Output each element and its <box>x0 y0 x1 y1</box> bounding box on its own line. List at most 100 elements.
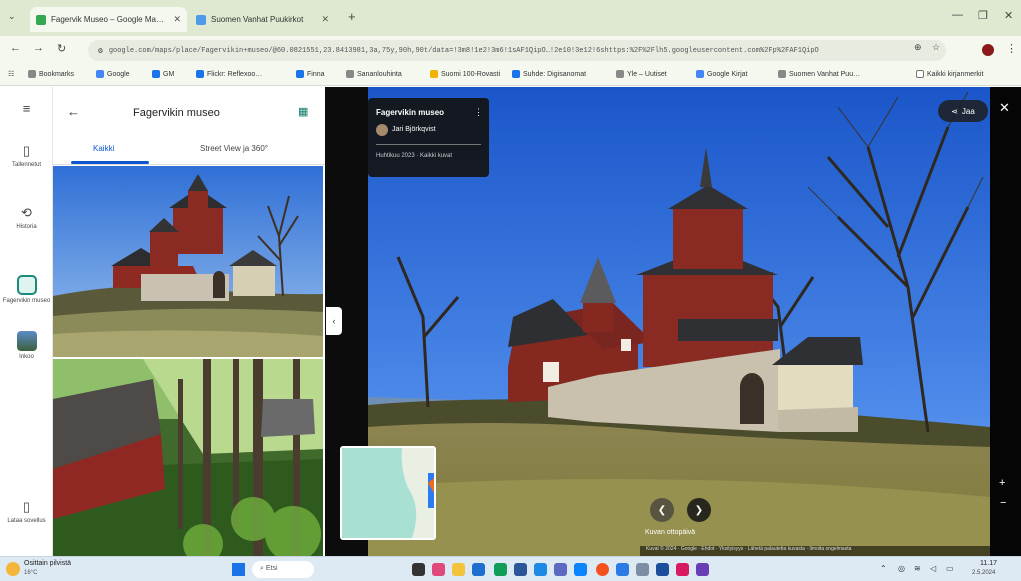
tab-street-view[interactable]: Street View ja 360° <box>200 144 268 153</box>
app-icon[interactable] <box>472 563 485 576</box>
rail-item-recent[interactable]: Inkoo <box>0 331 53 360</box>
app-icon[interactable] <box>636 563 649 576</box>
app-icon[interactable] <box>554 563 567 576</box>
back-arrow-icon[interactable]: ← <box>67 104 80 119</box>
browser-menu-icon[interactable]: ⋮ <box>1006 42 1017 55</box>
browser-tab-maps[interactable]: Fagervik Museo – Google Ma… ✕ <box>30 7 187 32</box>
share-icon: ⋖ <box>951 106 958 116</box>
app-icon[interactable] <box>656 563 669 576</box>
close-tab-icon[interactable]: ✕ <box>173 14 181 25</box>
bookmark-item[interactable]: Sananlouhinta <box>346 70 402 78</box>
tray-chevron-icon[interactable]: ⌃ <box>880 564 887 573</box>
maximize-icon[interactable]: ❐ <box>978 9 988 22</box>
app-icon[interactable] <box>616 563 629 576</box>
tab-all[interactable]: Kaikki <box>93 144 114 153</box>
clock-date[interactable]: 2.5.2024 <box>972 570 995 576</box>
menu-button[interactable]: ≡ <box>0 101 53 119</box>
bookmark-item[interactable]: Google Kirjat <box>696 70 747 78</box>
photo-thumbnail[interactable] <box>53 166 323 357</box>
panel-header: ← Fagervikin museo ▦ <box>53 87 325 137</box>
new-tab-button[interactable]: + <box>348 9 356 24</box>
previous-photo-button[interactable]: ❮ <box>650 498 674 522</box>
share-button[interactable]: ⋖ Jaa <box>938 100 988 122</box>
maps-nav-rail: ≡ ▯ Tallennetut ⟲ Historia Fagervikin mu… <box>0 87 53 556</box>
all-bookmarks-folder[interactable]: Kaikki kirjanmerkit <box>916 70 983 78</box>
bookmark-item[interactable]: Flickr: Reflexoo… <box>196 70 262 78</box>
minimap-graphic <box>342 448 434 538</box>
install-icon[interactable]: ⊕ <box>914 42 922 53</box>
chevron-right-icon: ❯ <box>694 504 704 516</box>
address-text: google.com/maps/place/Fagervikin+museo/@… <box>108 46 819 55</box>
bookmark-item[interactable]: Suomi 100-Rovasti <box>430 70 500 78</box>
close-street-view-icon[interactable]: ✕ <box>999 100 1010 116</box>
bookmark-item[interactable]: Finna <box>296 70 325 78</box>
file-explorer-icon[interactable] <box>452 563 465 576</box>
street-view-info-card: Fagervikin museo ⋮ Jari Björkqvist Huhti… <box>368 98 489 177</box>
wifi-icon[interactable]: ≋ <box>914 564 921 573</box>
clock-time[interactable]: 11.17 <box>980 560 997 567</box>
site-favicon-icon <box>196 14 206 25</box>
network-icon[interactable]: ◎ <box>898 564 905 573</box>
bookmark-item[interactable]: GM <box>152 70 174 78</box>
battery-icon[interactable]: ▭ <box>946 564 954 573</box>
forward-arrow-icon[interactable]: → <box>33 42 44 54</box>
app-icon[interactable] <box>534 563 547 576</box>
rail-item-saved[interactable]: ▯ Tallennetut <box>0 143 53 168</box>
photo-thumbnail[interactable] <box>53 359 323 556</box>
tab-title: Suomen Vanhat Puukirkot <box>211 15 304 24</box>
author-name[interactable]: Jari Björkqvist <box>392 126 436 133</box>
rail-item-place[interactable]: Fagervikin museo <box>0 275 53 304</box>
app-icon[interactable] <box>696 563 709 576</box>
chrome-icon[interactable] <box>596 563 609 576</box>
minimize-icon[interactable]: — <box>952 9 963 21</box>
apps-icon[interactable]: ☷ <box>8 70 14 78</box>
zoom-out-icon[interactable]: − <box>1000 497 1006 509</box>
collapse-panel-button[interactable]: ‹ <box>326 307 342 335</box>
site-info-icon[interactable]: ⚙ <box>98 46 103 56</box>
tab-search-icon[interactable]: ⌄ <box>8 11 16 22</box>
weather-label: Osittain pilvistä <box>24 560 72 567</box>
bookmark-item[interactable]: Google <box>96 70 130 78</box>
photo-date-label: Kuvan ottopäivä <box>645 529 696 536</box>
reload-icon[interactable]: ↻ <box>57 42 66 55</box>
rail-item-get-app[interactable]: ▯ Lataa sovellus <box>0 499 53 524</box>
word-icon[interactable] <box>514 563 527 576</box>
close-tab-icon[interactable]: ✕ <box>321 14 329 25</box>
back-arrow-icon[interactable]: ← <box>10 42 21 54</box>
next-photo-button[interactable]: ❯ <box>687 498 711 522</box>
app-icon[interactable] <box>676 563 689 576</box>
bookmark-item[interactable]: Suhde: Digisanomat <box>512 70 586 78</box>
weather-icon[interactable] <box>6 562 20 576</box>
active-tab-indicator <box>71 161 149 164</box>
minimap[interactable] <box>340 446 436 540</box>
bookmark-item[interactable]: Yle – Uutiset <box>616 70 667 78</box>
history-icon: ⟲ <box>21 205 32 220</box>
panel-tabs: Kaikki Street View ja 360° <box>53 137 325 165</box>
edge-icon[interactable] <box>574 563 587 576</box>
taskbar-search[interactable]: ⌕ Etsi <box>252 561 314 578</box>
author-avatar <box>376 124 388 136</box>
window-close-icon[interactable]: ✕ <box>1004 9 1013 22</box>
volume-icon[interactable]: ◁ <box>930 564 936 573</box>
place-side-panel: ← Fagervikin museo ▦ Kaikki Street View … <box>53 87 325 556</box>
app-icon[interactable] <box>494 563 507 576</box>
app-icon[interactable] <box>432 563 445 576</box>
viewer-right-edge: + − <box>990 87 1021 556</box>
more-options-icon[interactable]: ⋮ <box>474 107 483 118</box>
star-icon[interactable]: ☆ <box>932 42 940 53</box>
maps-favicon-icon <box>36 14 46 25</box>
phone-icon: ▯ <box>22 499 31 514</box>
tab-title: Fagervik Museo – Google Ma… <box>51 15 164 24</box>
bookmark-item[interactable]: Bookmarks <box>28 70 74 78</box>
profile-avatar[interactable] <box>982 44 994 56</box>
photo-gallery-icon[interactable]: ▦ <box>298 105 308 118</box>
attribution-bar: Kuvat © 2024 · Google · Ehdot · Yksityis… <box>640 546 990 556</box>
browser-tab-puukirkot[interactable]: Suomen Vanhat Puukirkot ✕ <box>190 7 335 32</box>
windows-start-icon[interactable] <box>232 563 245 576</box>
address-bar[interactable]: ⚙ google.com/maps/place/Fagervikin+museo… <box>88 40 946 61</box>
capture-date: Huhtikuu 2023 · Kaikki kuvat <box>376 153 453 159</box>
bookmark-item[interactable]: Suomen Vanhat Puu… <box>778 70 860 78</box>
zoom-in-icon[interactable]: + <box>999 477 1005 489</box>
rail-item-history[interactable]: ⟲ Historia <box>0 205 53 230</box>
task-view-icon[interactable] <box>412 563 425 576</box>
